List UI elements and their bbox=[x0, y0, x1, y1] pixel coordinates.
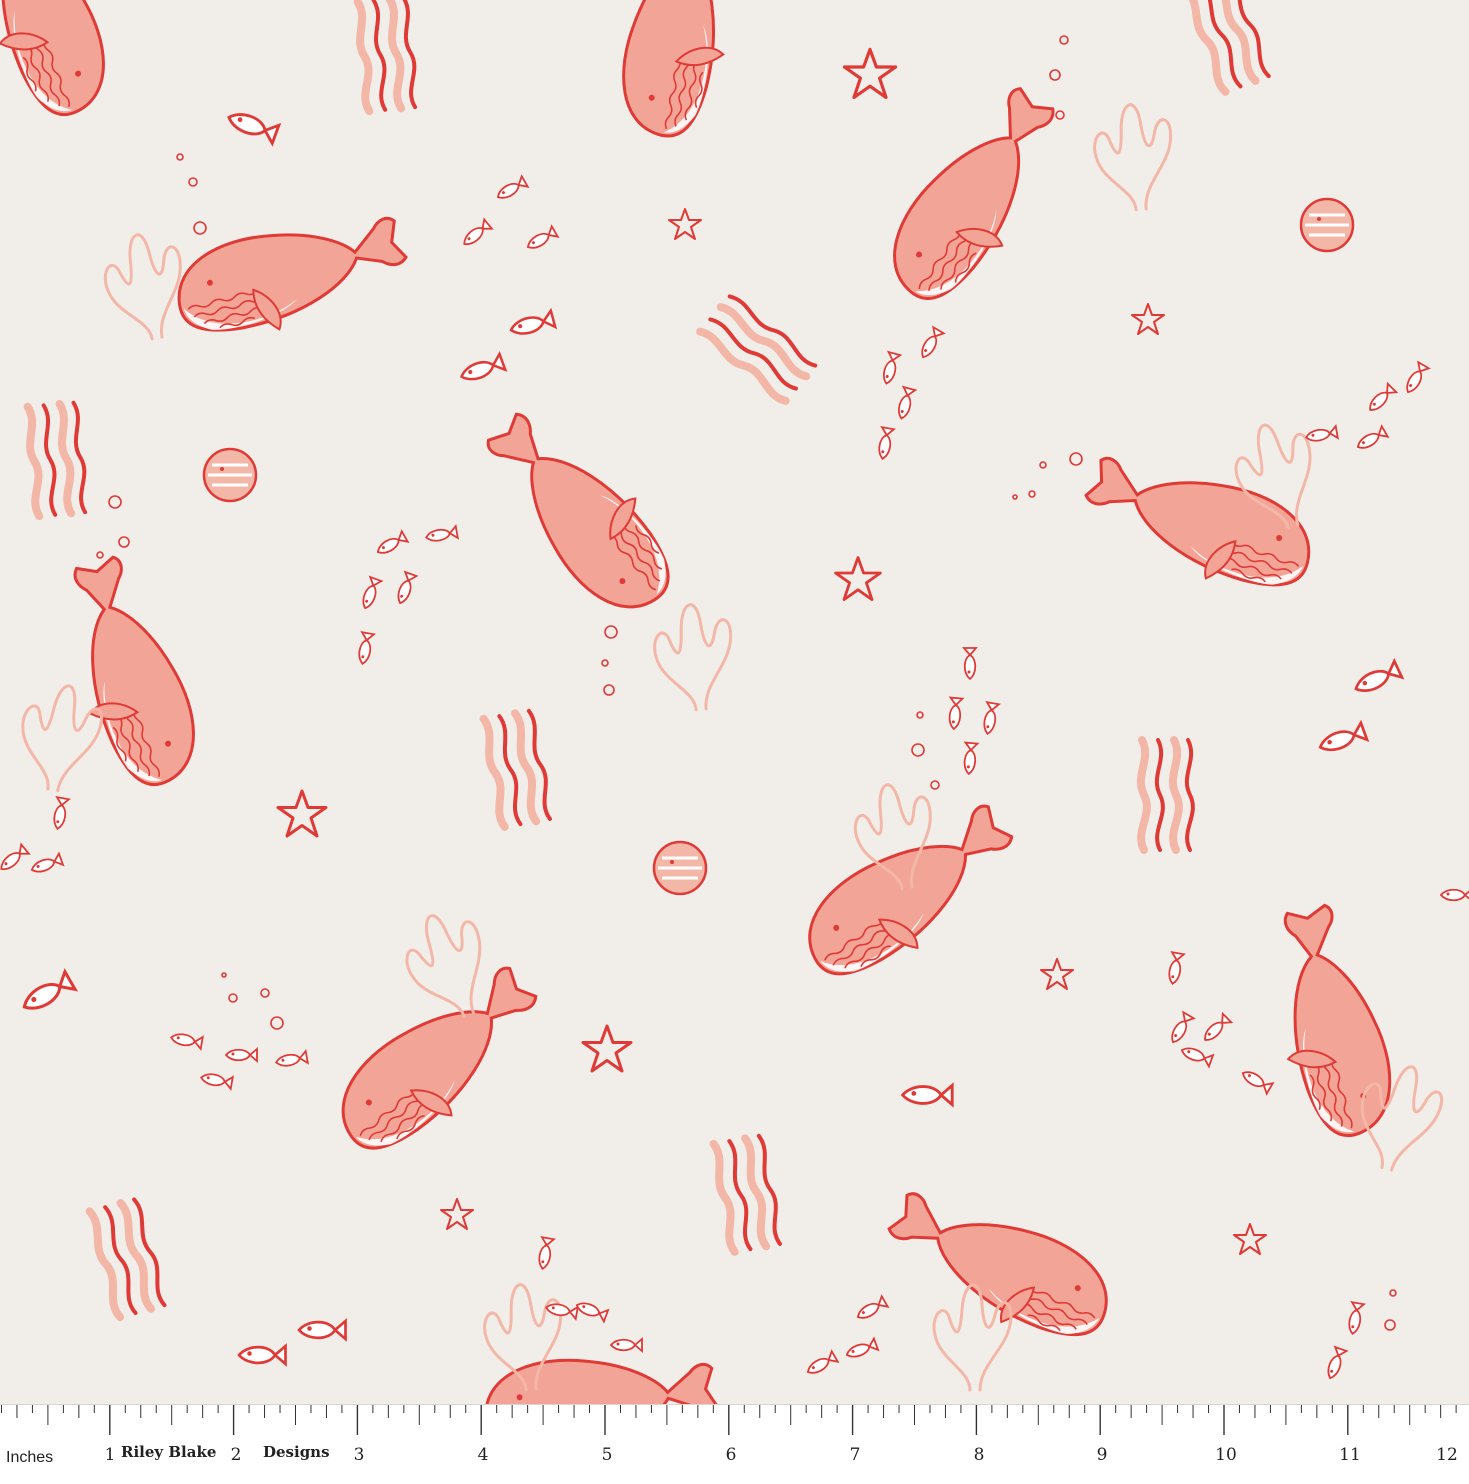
whale-motif bbox=[0, 0, 1406, 1404]
ruler-number: 7 bbox=[849, 1445, 861, 1465]
ruler-brand-name: Riley Blake bbox=[118, 1443, 220, 1461]
ruler-number: 6 bbox=[725, 1445, 737, 1465]
measuring-ruler: Inches Riley Blake Designs 1 2 3 4 5 6 7… bbox=[0, 1404, 1469, 1484]
ruler-number: 10 bbox=[1215, 1445, 1237, 1465]
seaweed-motif bbox=[27, 0, 1272, 1318]
ruler-brand-designs: Designs bbox=[260, 1443, 333, 1461]
ruler-number: 3 bbox=[353, 1445, 365, 1465]
ruler-number: 4 bbox=[477, 1445, 489, 1465]
ruler-number: 2 bbox=[230, 1445, 242, 1465]
ruler-number: 11 bbox=[1339, 1445, 1361, 1465]
ruler-unit-label: Inches bbox=[6, 1449, 54, 1466]
ruler-number: 5 bbox=[601, 1445, 613, 1465]
ruler-number: 9 bbox=[1096, 1445, 1108, 1465]
ruler-number: 12 bbox=[1436, 1445, 1458, 1465]
ruler-number: 8 bbox=[973, 1445, 985, 1465]
ruler-number: 1 bbox=[104, 1445, 116, 1465]
fabric-print bbox=[0, 0, 1469, 1404]
